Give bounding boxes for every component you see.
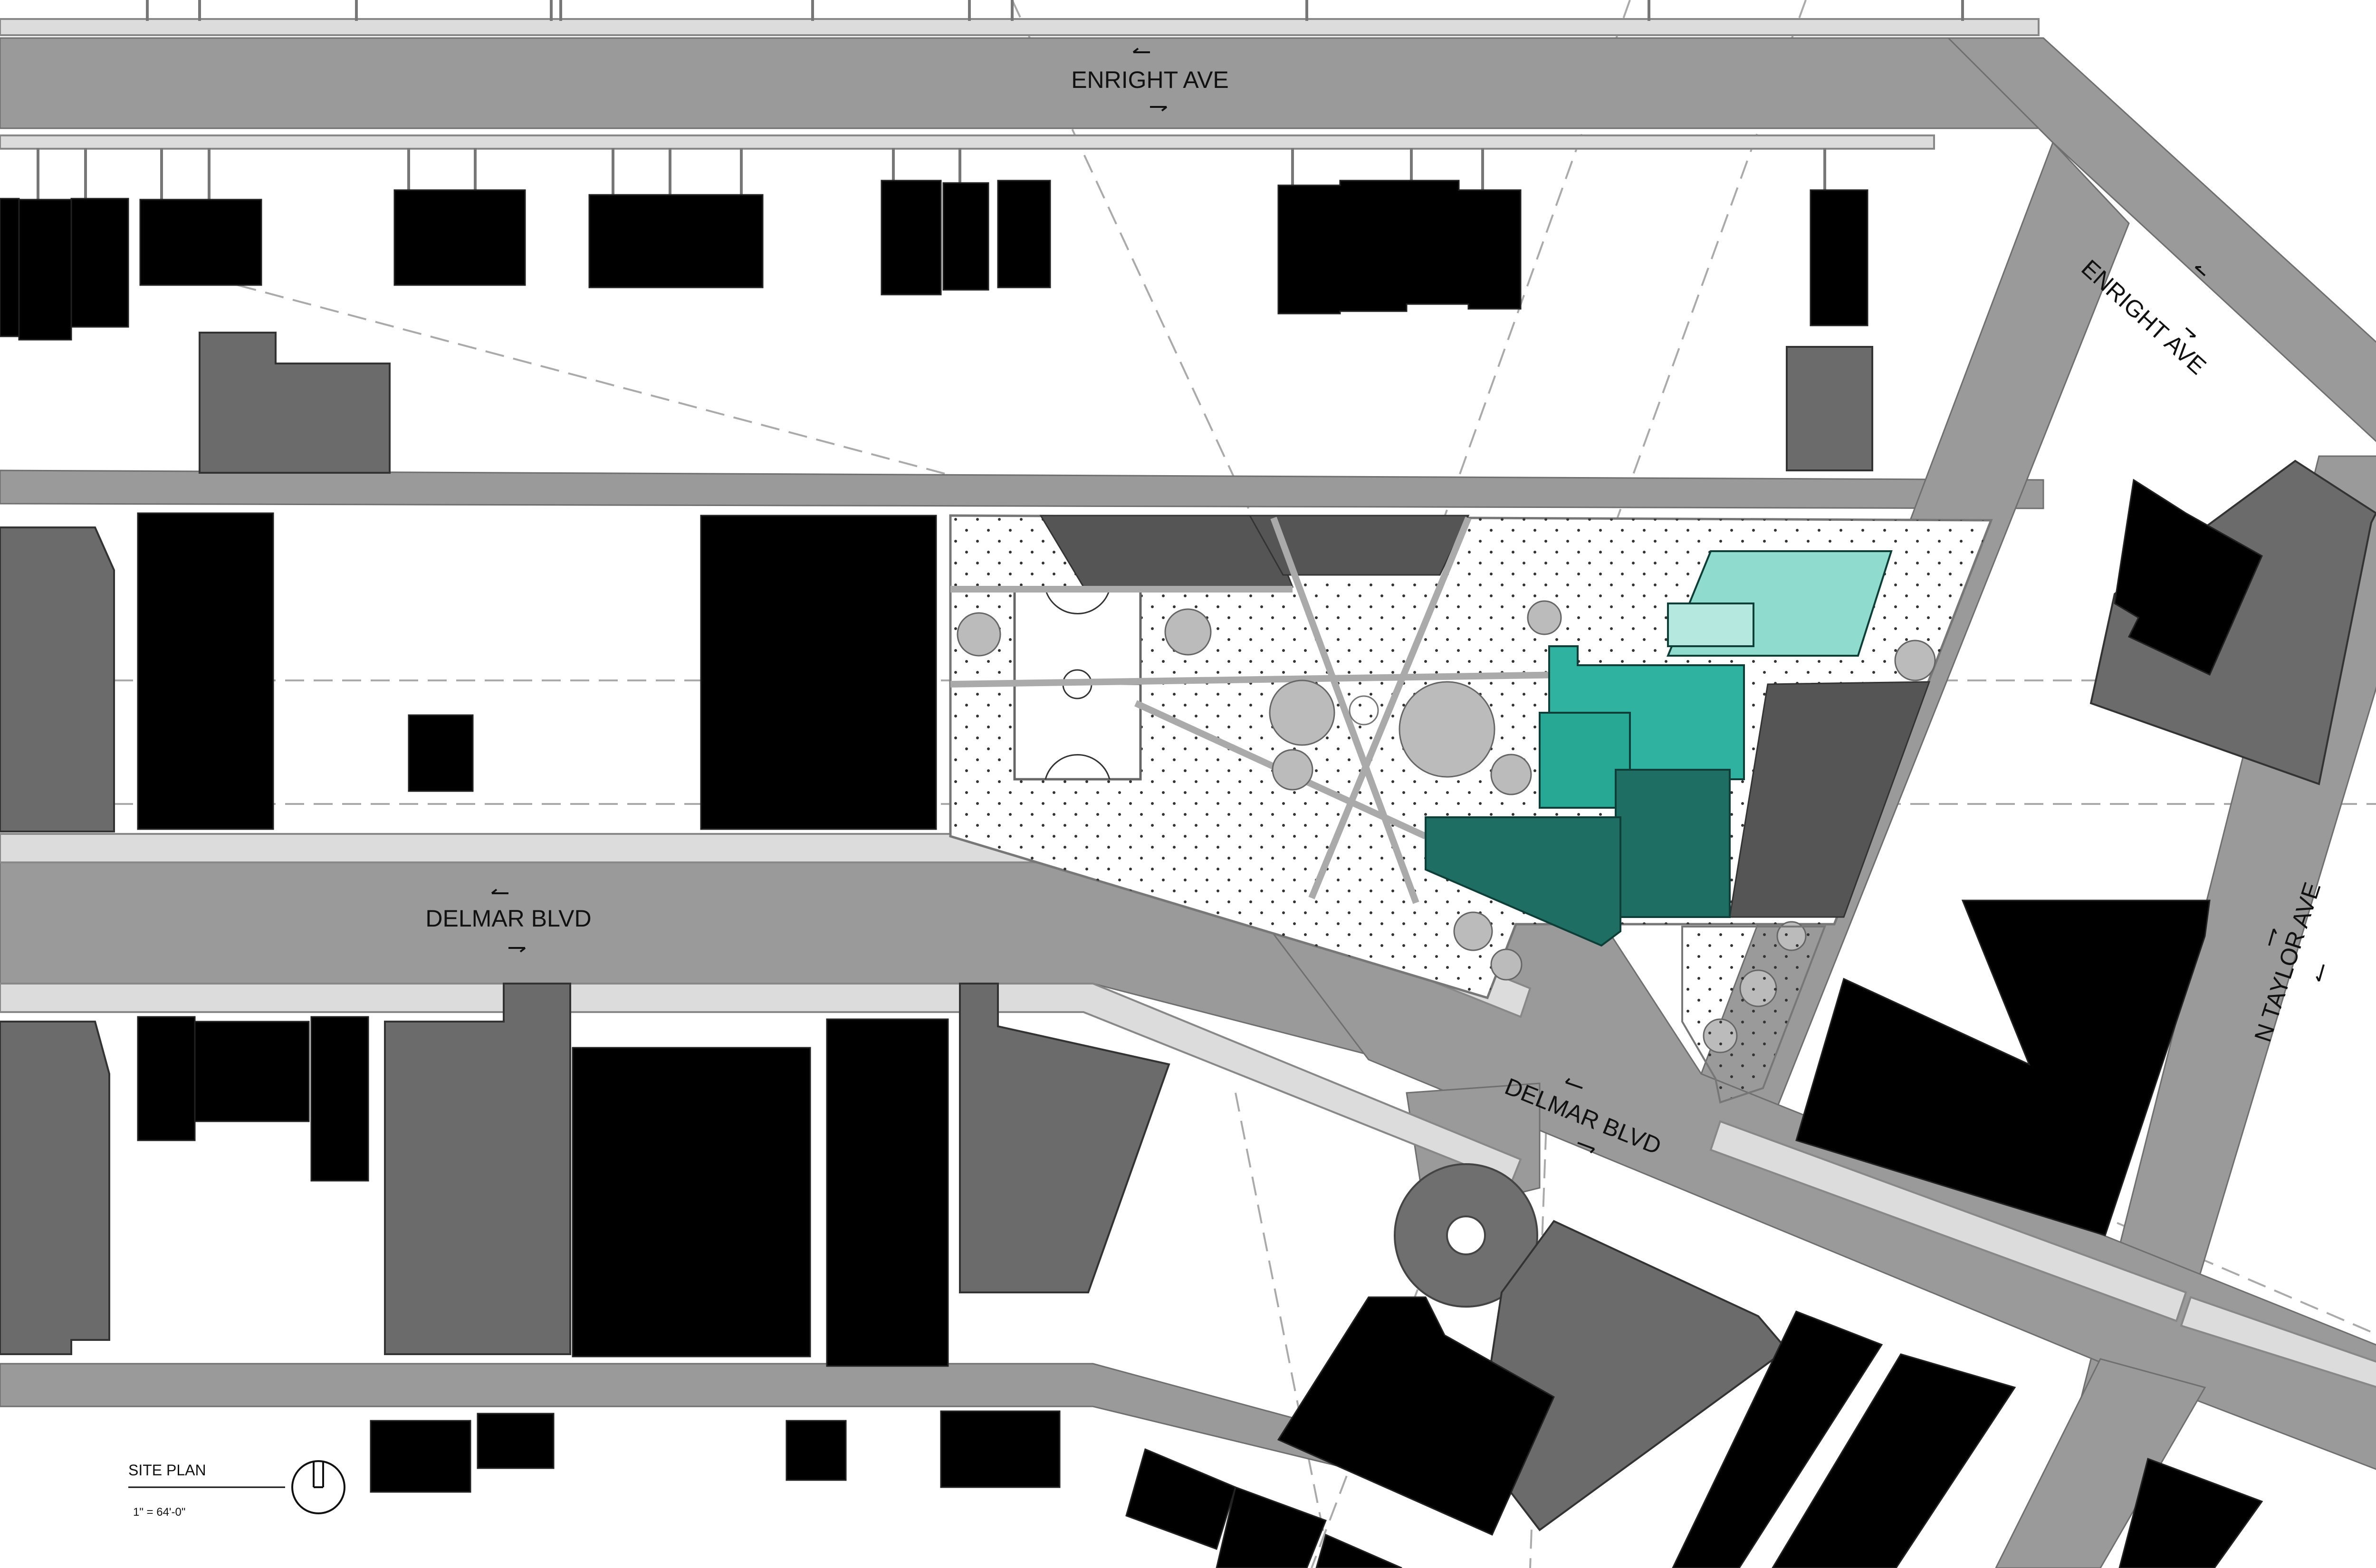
street-label-enright-top: ENRIGHT AVE bbox=[1071, 67, 1229, 93]
street-label-delmar-west: DELMAR BLVD bbox=[425, 905, 591, 932]
plan-title: SITE PLAN bbox=[128, 1462, 206, 1479]
site-plan-map: ENRIGHT AVE ENRIGHT AVE DELMAR BLVD DELM… bbox=[0, 0, 2376, 1568]
plan-scale: 1" = 64'-0" bbox=[133, 1506, 185, 1519]
